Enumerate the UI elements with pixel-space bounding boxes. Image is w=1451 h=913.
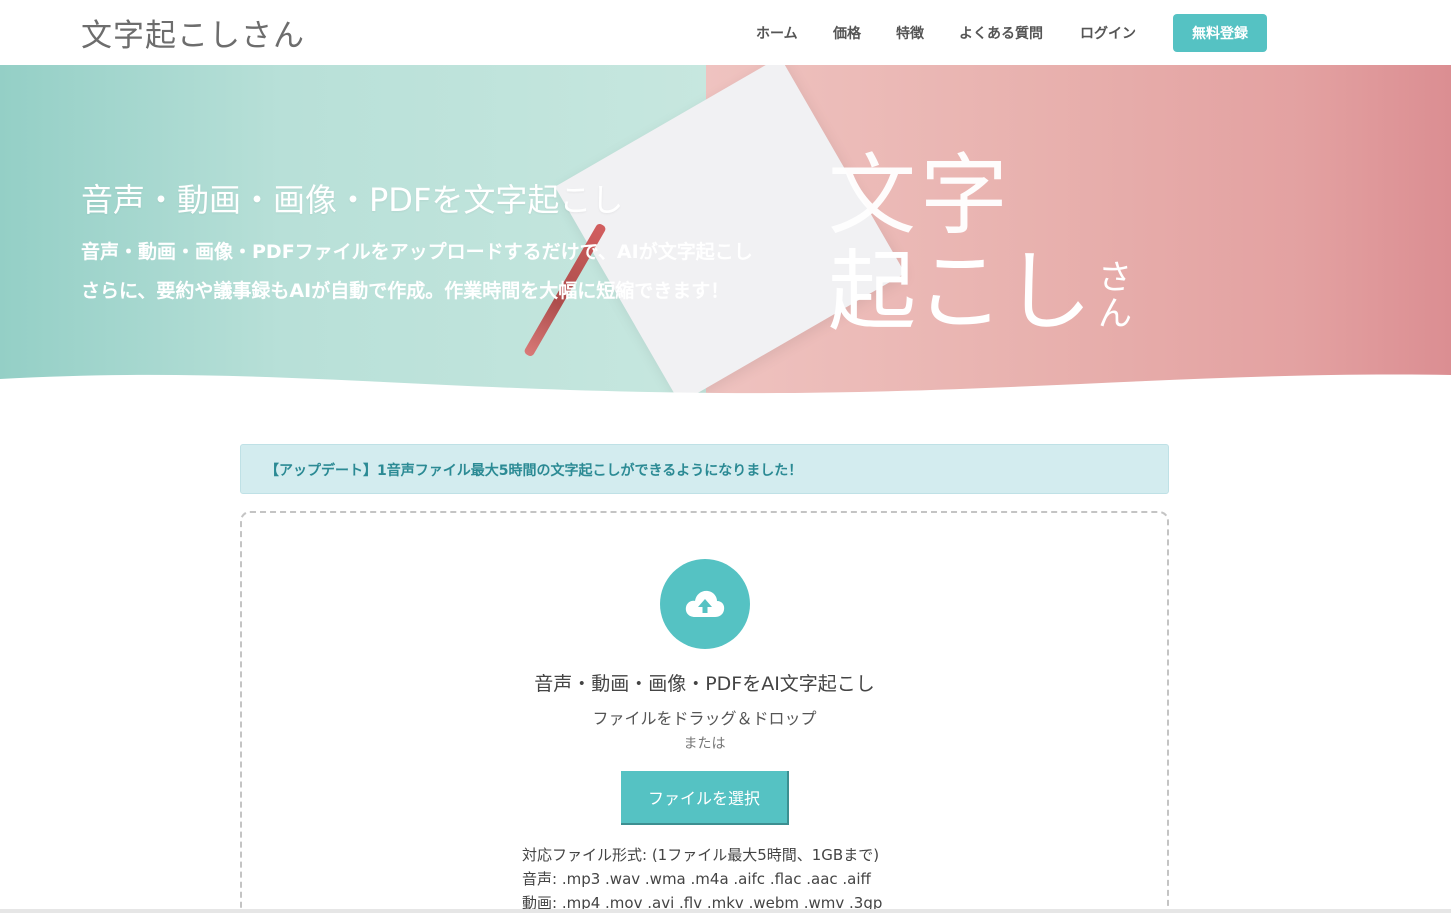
big-logo-row-2-text: 起こし: [828, 240, 1093, 343]
big-logo-n: ん: [1098, 294, 1133, 334]
cloud-upload-icon: [685, 590, 725, 617]
big-logo-row-1: 文字: [828, 144, 1013, 247]
upload-button-circle[interactable]: [660, 559, 750, 649]
hero-title: 音声・動画・画像・PDFを文字起こし: [81, 181, 624, 219]
file-drop-zone[interactable]: 音声・動画・画像・PDFをAI文字起こし ファイルをドラッグ＆ドロップ または …: [240, 511, 1169, 913]
upload-subtitle: ファイルをドラッグ＆ドロップ: [592, 709, 817, 728]
hero-description-line-2: さらに、要約や議事録もAIが自動で作成。作業時間を大幅に短縮できます！: [81, 280, 730, 302]
select-file-button[interactable]: ファイルを選択: [621, 771, 789, 825]
hero-big-logo: 文字 起こし さ ん: [828, 150, 1132, 342]
upload-or: または: [683, 736, 726, 752]
big-logo-san: さ ん: [1098, 260, 1132, 332]
nav-pricing[interactable]: 価格: [833, 23, 861, 43]
nav-home[interactable]: ホーム: [756, 23, 798, 43]
hero-banner: 音声・動画・画像・PDFを文字起こし 音声・動画・画像・PDFファイルをアップロ…: [0, 65, 1451, 395]
nav-faq[interactable]: よくある質問: [959, 23, 1043, 43]
formats-heading: 対応ファイル形式: (1ファイル最大5時間、1GBまで): [522, 846, 880, 864]
supported-formats: 対応ファイル形式: (1ファイル最大5時間、1GBまで) 音声: .mp3 .w…: [522, 843, 882, 913]
nav-login[interactable]: ログイン: [1080, 23, 1136, 43]
big-logo-row-2: 起こし さ ん: [828, 242, 1132, 342]
hero-wave-divider: [0, 374, 1451, 395]
big-logo-sa: さ: [1098, 258, 1133, 298]
bottom-scroll-edge: [0, 909, 1451, 913]
hero-description-line-1: 音声・動画・画像・PDFファイルをアップロードするだけで、AIが文字起こし: [81, 241, 753, 263]
nav-features[interactable]: 特徴: [896, 23, 924, 43]
upload-title: 音声・動画・画像・PDFをAI文字起こし: [534, 673, 875, 695]
update-notice-text: 【アップデート】1音声ファイル最大5時間の文字起こしができるようになりました！: [265, 463, 803, 479]
site-header: 文字起こしさん ホーム 価格 特徴 よくある質問 ログイン 無料登録: [0, 0, 1451, 65]
site-logo[interactable]: 文字起こしさん: [81, 10, 305, 55]
update-notice: 【アップデート】1音声ファイル最大5時間の文字起こしができるようになりました！: [240, 444, 1169, 494]
signup-button[interactable]: 無料登録: [1173, 14, 1267, 52]
formats-audio: 音声: .mp3 .wav .wma .m4a .aifc .flac .aac…: [522, 870, 871, 888]
